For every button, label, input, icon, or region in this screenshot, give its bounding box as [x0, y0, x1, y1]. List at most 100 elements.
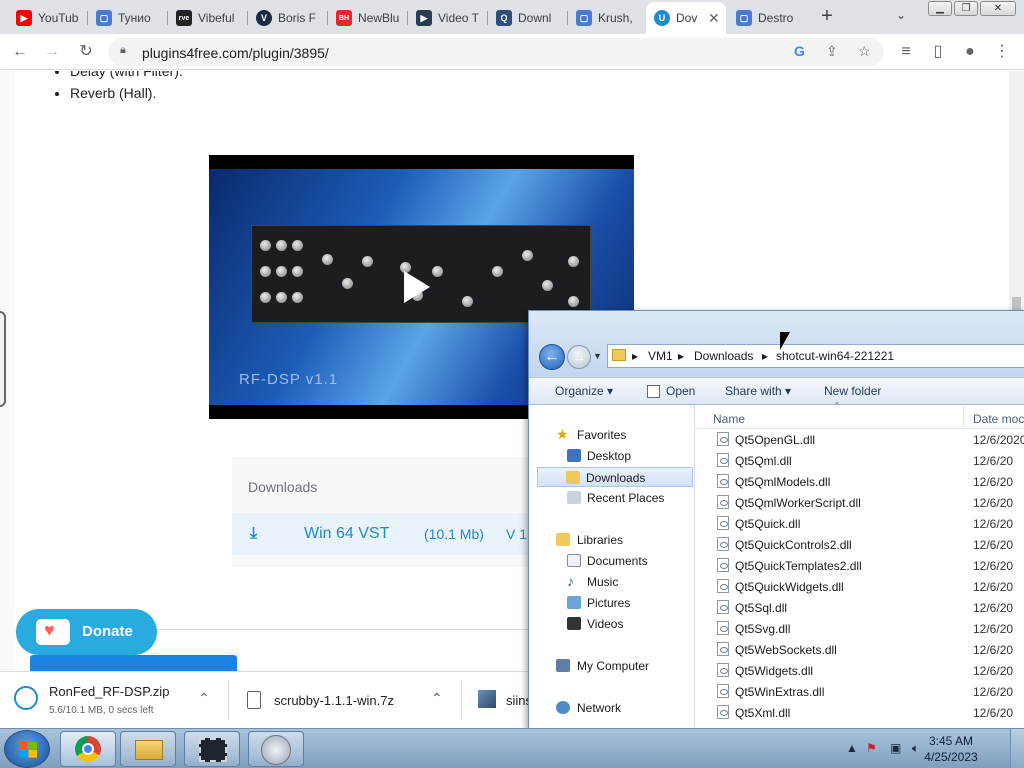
tab-active[interactable]: U Dov ✕ [646, 2, 726, 34]
table-row[interactable]: Qt5OpenGL.dll 12/6/2020 [715, 429, 1024, 450]
taskbar-app[interactable] [248, 731, 304, 767]
reload-icon[interactable]: ↻ [76, 42, 96, 62]
lock-icon[interactable]: 🔒︎ [120, 44, 126, 57]
menu-kebab-icon[interactable]: ⋮ [992, 42, 1012, 62]
download-link[interactable]: ⤓ Win 64 VST (10.1 Mb) V 1 [232, 513, 552, 555]
chevron-right-icon[interactable]: ▸ [678, 349, 684, 363]
nav-pictures[interactable]: Pictures [529, 593, 695, 613]
close-window-button[interactable]: ✕ [980, 1, 1016, 16]
back-arrow-icon[interactable]: ← [10, 42, 30, 62]
download-name[interactable]: Win 64 VST [304, 525, 389, 543]
tab-newblue[interactable]: BH NewBlu [328, 4, 408, 32]
column-date[interactable]: Date moc [973, 412, 1024, 426]
share-icon[interactable]: ⇪ [826, 43, 838, 60]
nav-favorites[interactable]: ★ Favorites [529, 425, 695, 445]
nav-downloads[interactable]: Downloads [537, 467, 693, 487]
nav-documents[interactable]: Documents [529, 551, 695, 571]
tray-security-icon[interactable]: ⚑ [866, 741, 877, 755]
close-icon[interactable]: ✕ [708, 10, 720, 27]
forward-arrow-icon[interactable]: → [567, 345, 591, 369]
organize-button[interactable]: Organize ▾ [555, 384, 613, 398]
new-tab-button[interactable]: + [816, 6, 838, 28]
column-name[interactable]: Name [713, 412, 745, 426]
table-row[interactable]: Qt5QuickWidgets.dll 12/6/20 [715, 576, 1024, 597]
v-icon: V [256, 10, 272, 26]
open-icon [647, 385, 660, 398]
chevron-right-icon[interactable]: ▸ [762, 349, 768, 363]
taskbar-chrome[interactable] [60, 731, 116, 767]
media-control-icon[interactable]: ≡ [896, 42, 916, 62]
side-widget[interactable] [0, 311, 6, 407]
tab-title: Dov [676, 11, 698, 25]
nav-libraries[interactable]: Libraries [529, 530, 695, 550]
taskbar-shotcut[interactable] [184, 731, 240, 767]
table-row[interactable]: Qt5WebSockets.dll 12/6/20 [715, 639, 1024, 660]
tray-network-icon[interactable]: ▣ [890, 741, 901, 755]
download-icon[interactable]: ⤓ [250, 525, 257, 543]
maximize-button[interactable]: ❐ [954, 1, 978, 16]
play-icon[interactable] [404, 271, 430, 303]
table-row[interactable]: Qt5Sql.dll 12/6/20 [715, 597, 1024, 618]
nav-music[interactable]: ♪ Music [529, 572, 695, 592]
explorer-titlebar[interactable]: ← → ▼ ▸ VM1 ▸ Downloads ▸ shotcut-win64-… [529, 311, 1024, 377]
tab-video[interactable]: ▶ Video T [408, 4, 488, 32]
address-breadcrumb[interactable]: ▸ VM1 ▸ Downloads ▸ shotcut-win64-221221 [607, 344, 1024, 368]
download-status: 5.6/10.1 MB, 0 secs left [49, 705, 154, 716]
donate-button[interactable]: Donate [16, 609, 157, 655]
tab-boris[interactable]: V Boris F [248, 4, 328, 32]
address-bar[interactable]: 🔒︎ plugins4free.com/plugin/3895/ G ⇪ ☆ [108, 38, 884, 66]
chevron-down-icon[interactable]: ▼ [593, 351, 602, 361]
table-row[interactable]: Qt5WinExtras.dll 12/6/20 [715, 681, 1024, 702]
download-item[interactable]: RonFed_RF-DSP.zip 5.6/10.1 MB, 0 secs le… [0, 672, 228, 729]
profile-avatar-icon[interactable]: ● [960, 42, 980, 62]
tab-youtube[interactable]: ▶ YouTub [8, 4, 88, 32]
nav-network[interactable]: Network [529, 698, 695, 718]
chevron-down-icon[interactable]: ⌄ [896, 8, 906, 22]
taskbar-explorer[interactable] [120, 731, 176, 767]
file-explorer-window[interactable]: ← → ▼ ▸ VM1 ▸ Downloads ▸ shotcut-win64-… [528, 310, 1024, 730]
table-row[interactable]: Qt5QuickControls2.dll 12/6/20 [715, 534, 1024, 555]
table-row[interactable]: Qt5Qml.dll 12/6/20 [715, 450, 1024, 471]
chevron-up-icon[interactable]: ⌃ [198, 690, 210, 707]
google-icon[interactable]: G [794, 43, 805, 59]
tab-vibeful[interactable]: rve Vibeful [168, 4, 248, 32]
show-desktop-button[interactable] [1010, 729, 1024, 768]
table-row[interactable]: Qt5Svg.dll 12/6/20 [715, 618, 1024, 639]
minimize-button[interactable]: ▁ [928, 1, 952, 16]
bookmark-star-icon[interactable]: ☆ [858, 43, 871, 60]
table-row[interactable]: Qt5QmlModels.dll 12/6/20 [715, 471, 1024, 492]
start-button[interactable] [4, 730, 50, 768]
nav-videos[interactable]: Videos [529, 614, 695, 634]
table-row[interactable]: Qt5QuickTemplates2.dll 12/6/20 [715, 555, 1024, 576]
back-arrow-icon[interactable]: ← [539, 344, 565, 370]
breadcrumb-segment[interactable]: VM1 [648, 349, 673, 363]
table-row[interactable]: Qt5Xml.dll 12/6/20 [715, 702, 1024, 723]
new-folder-button[interactable]: New folder [824, 384, 881, 398]
open-button[interactable]: Open [666, 384, 695, 398]
table-row[interactable]: Qt5QmlWorkerScript.dll 12/6/20 [715, 492, 1024, 513]
tab-destroy[interactable]: ▢ Destro [728, 4, 808, 32]
tab-krush[interactable]: ▢ Krush, [568, 4, 648, 32]
share-with-button[interactable]: Share with ▾ [725, 384, 791, 398]
breadcrumb-segment[interactable]: Downloads [694, 349, 753, 363]
table-row[interactable]: Qt5Widgets.dll 12/6/20 [715, 660, 1024, 681]
chevron-right-icon[interactable]: ▸ [632, 349, 638, 363]
chevron-up-icon[interactable]: ⌃ [431, 690, 443, 707]
system-clock[interactable]: 3:45 AM 4/25/2023 [920, 733, 982, 765]
nav-desktop[interactable]: Desktop [529, 446, 695, 466]
downloads-heading: Downloads [248, 479, 318, 495]
tray-volume-icon[interactable]: 🔈︎ [912, 741, 919, 756]
table-row[interactable]: Qt5Quick.dll 12/6/20 [715, 513, 1024, 534]
nav-my-computer[interactable]: My Computer [529, 656, 695, 676]
url-text[interactable]: plugins4free.com/plugin/3895/ [142, 45, 329, 61]
download-item[interactable]: scrubby-1.1.1-win.7z ⌃ [229, 672, 461, 729]
breadcrumb-segment[interactable]: shotcut-win64-221221 [776, 349, 894, 363]
tab-download[interactable]: Q Downl [488, 4, 568, 32]
nav-recent-places[interactable]: Recent Places [529, 488, 695, 508]
forward-arrow-icon[interactable]: → [42, 42, 62, 62]
side-panel-icon[interactable]: ▯ [928, 42, 948, 62]
blue-button-partial[interactable] [30, 655, 237, 671]
tab-tunio[interactable]: ▢ Тунио [88, 4, 168, 32]
tray-expand-icon[interactable]: ▲ [846, 741, 858, 755]
download-item[interactable]: siins [462, 672, 532, 729]
